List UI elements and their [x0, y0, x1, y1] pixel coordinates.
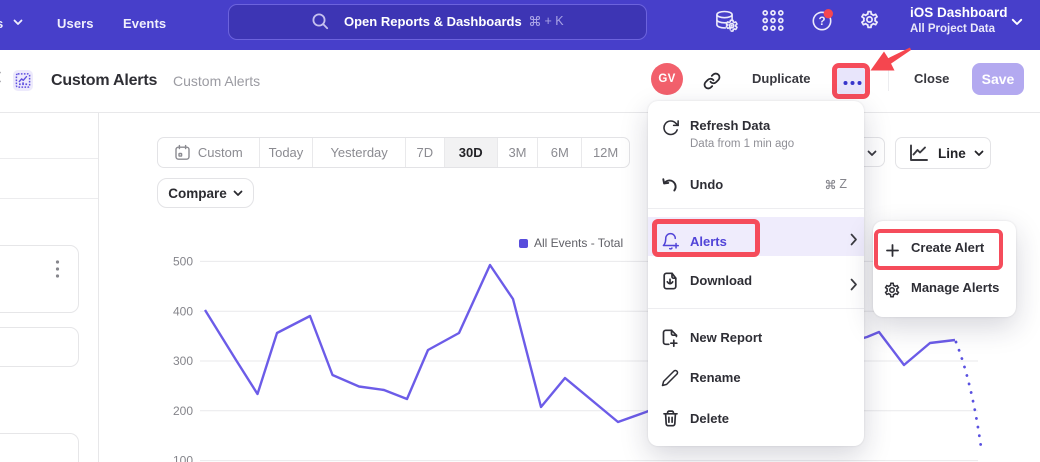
svg-text:?: ?: [818, 16, 825, 28]
svg-text:500: 500: [173, 255, 193, 269]
svg-text:400: 400: [173, 304, 193, 318]
svg-text:200: 200: [173, 404, 193, 418]
svg-text:300: 300: [173, 354, 193, 368]
svg-text:100: 100: [173, 454, 193, 462]
